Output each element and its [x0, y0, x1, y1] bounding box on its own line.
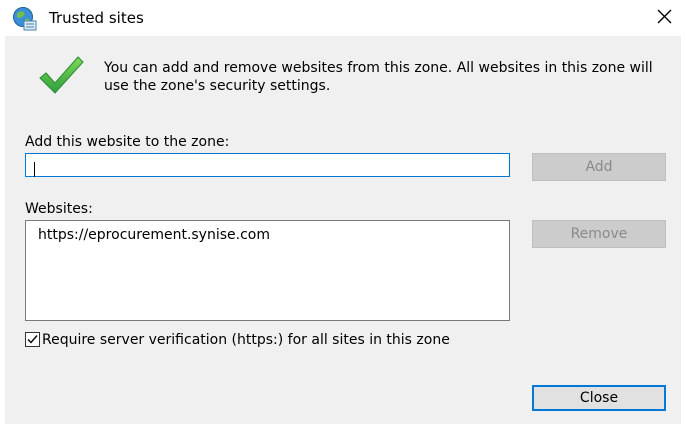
require-verification-checkbox[interactable]	[25, 332, 40, 347]
add-website-label: Add this website to the zone:	[25, 134, 230, 150]
remove-button[interactable]: Remove	[532, 220, 666, 248]
dialog-content: You can add and remove websites from thi…	[5, 36, 681, 424]
websites-label: Websites:	[25, 201, 93, 217]
close-icon[interactable]	[651, 4, 677, 30]
add-button[interactable]: Add	[532, 153, 666, 181]
green-checkmark-icon	[38, 54, 84, 96]
checkmark-icon	[27, 335, 38, 344]
close-button[interactable]: Close	[532, 385, 666, 411]
trusted-sites-dialog: Trusted sites You can add and remove web…	[0, 0, 686, 429]
title-bar[interactable]: Trusted sites	[0, 0, 686, 36]
list-item[interactable]: https://eprocurement.synise.com	[38, 226, 270, 244]
website-url-input[interactable]	[25, 153, 510, 177]
trusted-sites-globe-icon	[12, 6, 38, 32]
window-title: Trusted sites	[49, 9, 144, 27]
require-verification-label[interactable]: Require server verification (https:) for…	[42, 331, 450, 349]
intro-text: You can add and remove websites from thi…	[104, 60, 653, 94]
text-caret	[34, 162, 35, 177]
websites-list[interactable]: https://eprocurement.synise.com	[25, 220, 510, 321]
